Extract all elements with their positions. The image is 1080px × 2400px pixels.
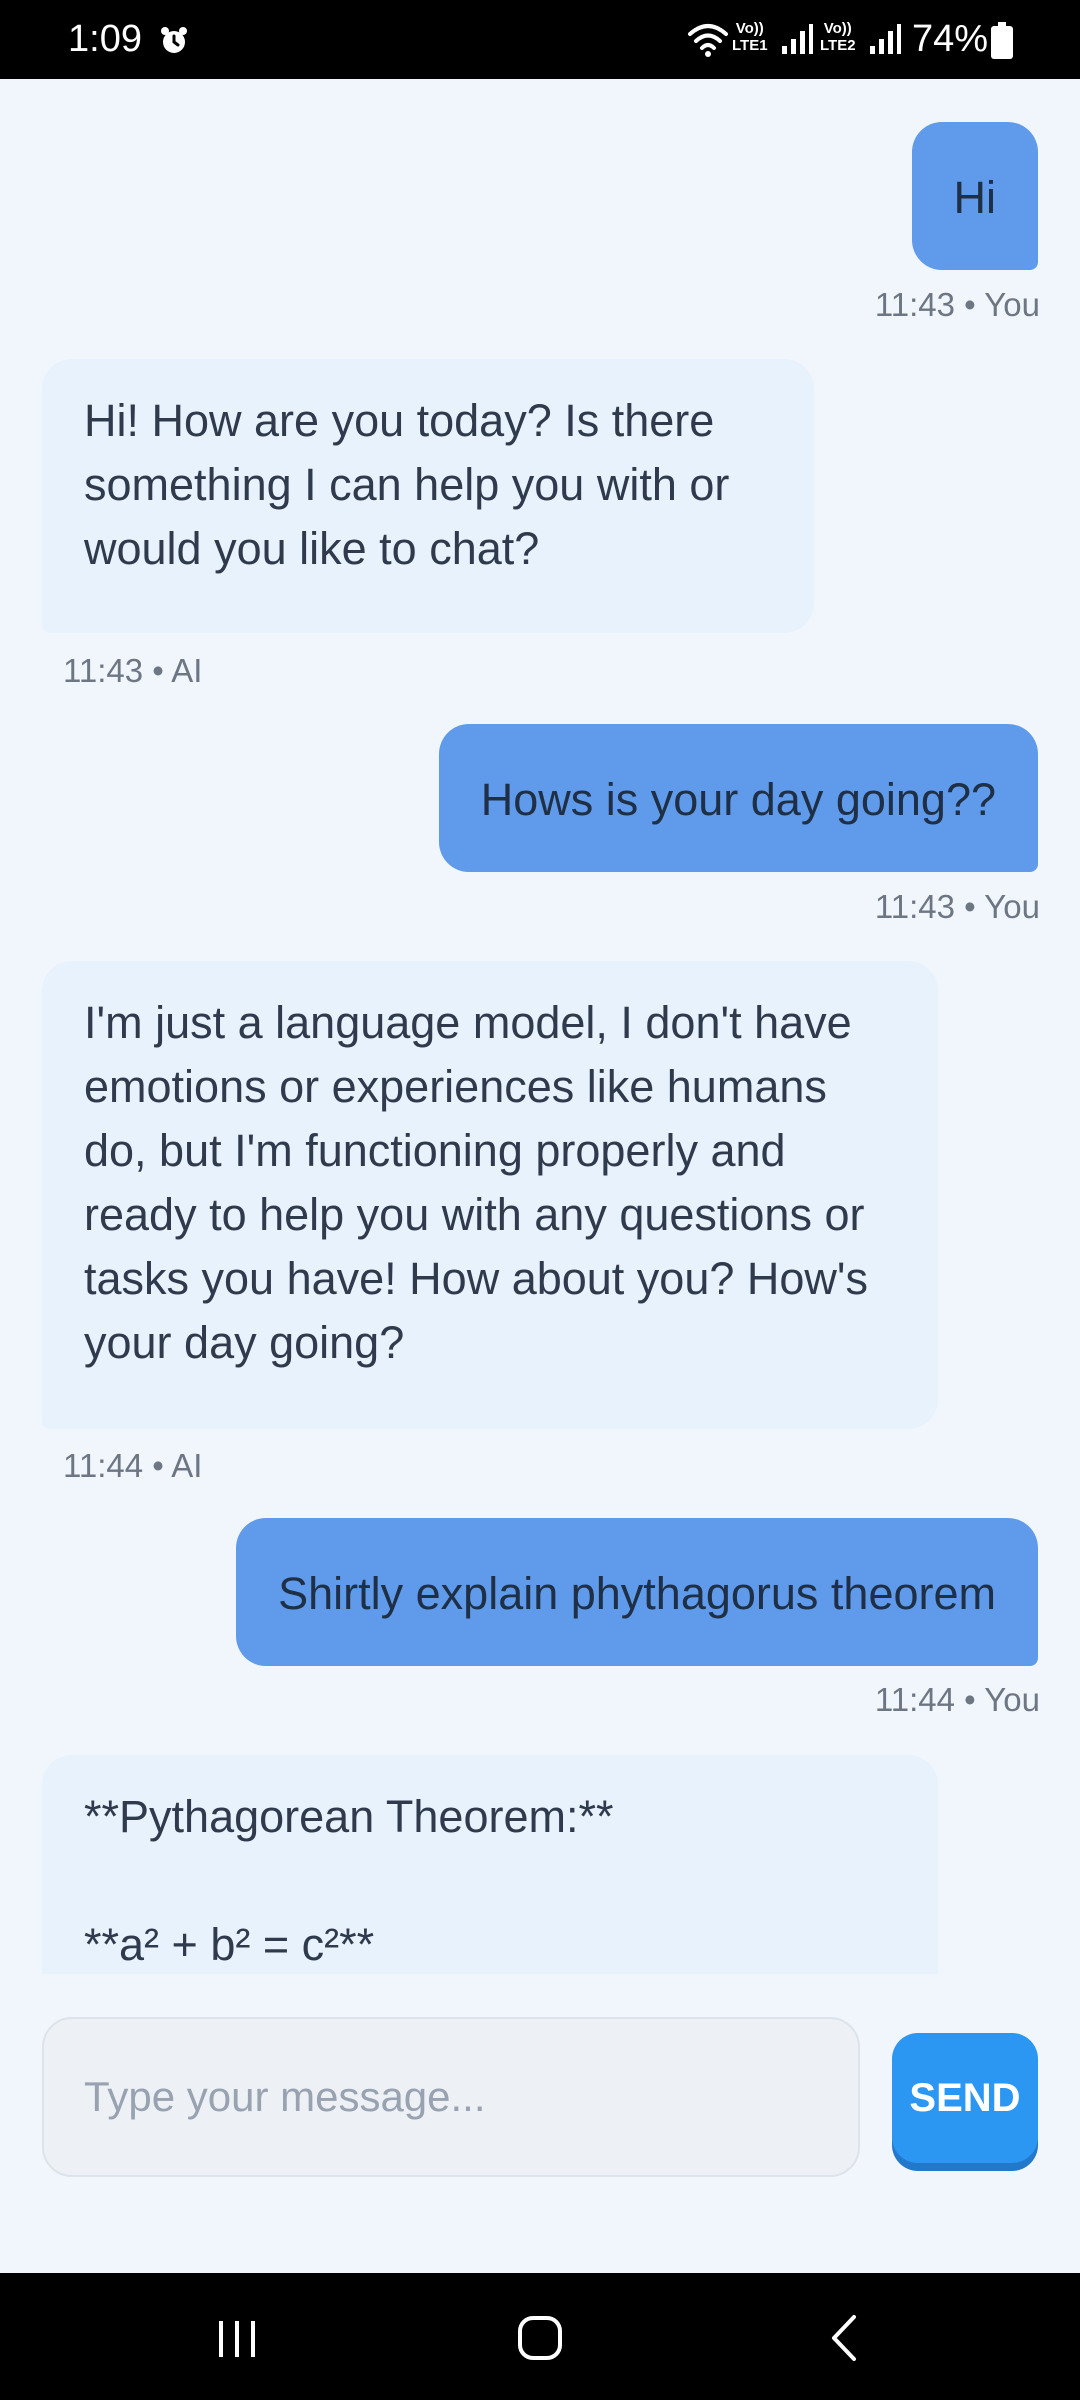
message-input[interactable] xyxy=(42,2017,860,2177)
message-meta: 11:43 • You xyxy=(874,286,1040,323)
signal-icon xyxy=(782,24,813,54)
navigation-bar xyxy=(0,2273,1080,2400)
ai-message-bubble: Hi! How are you today? Is there somethin… xyxy=(42,359,814,633)
chat-message-list[interactable]: Hi 11:43 • You Hi! How are you today? Is… xyxy=(0,79,1080,1974)
ai-message-line: **a² + b² = c²** xyxy=(84,1919,375,1970)
message-meta: 11:44 • AI xyxy=(63,1447,203,1484)
user-message-bubble: Hi xyxy=(911,122,1038,270)
status-bar: 1:09 Vo)) LTE1 Vo)) LTE2 74% xyxy=(0,0,1080,79)
message-meta: 11:44 • You xyxy=(874,1681,1040,1718)
alarm-icon xyxy=(161,27,187,53)
wifi-icon xyxy=(688,24,728,57)
recent-apps-icon[interactable] xyxy=(202,2303,272,2373)
ai-message-bubble: **Pythagorean Theorem:** **a² + b² = c²*… xyxy=(42,1755,938,1974)
network-label-2: Vo)) LTE2 xyxy=(820,20,856,54)
user-message-bubble: Shirtly explain phythagorus theorem xyxy=(236,1518,1038,1666)
home-icon[interactable] xyxy=(505,2303,575,2373)
network-label-1: Vo)) LTE1 xyxy=(732,20,768,54)
ai-message-line: **Pythagorean Theorem:** xyxy=(84,1791,614,1842)
user-message-bubble: Hows is your day going?? xyxy=(438,724,1038,872)
signal-icon xyxy=(870,24,901,54)
status-time: 1:09 xyxy=(68,18,142,60)
battery-level: 74% xyxy=(912,18,989,60)
message-meta: 11:43 • AI xyxy=(63,652,203,689)
message-meta: 11:43 • You xyxy=(874,888,1040,925)
ai-message-bubble: I'm just a language model, I don't have … xyxy=(42,961,938,1429)
send-button[interactable]: SEND xyxy=(892,2033,1038,2163)
battery-icon xyxy=(991,22,1013,59)
back-icon[interactable] xyxy=(810,2303,880,2373)
